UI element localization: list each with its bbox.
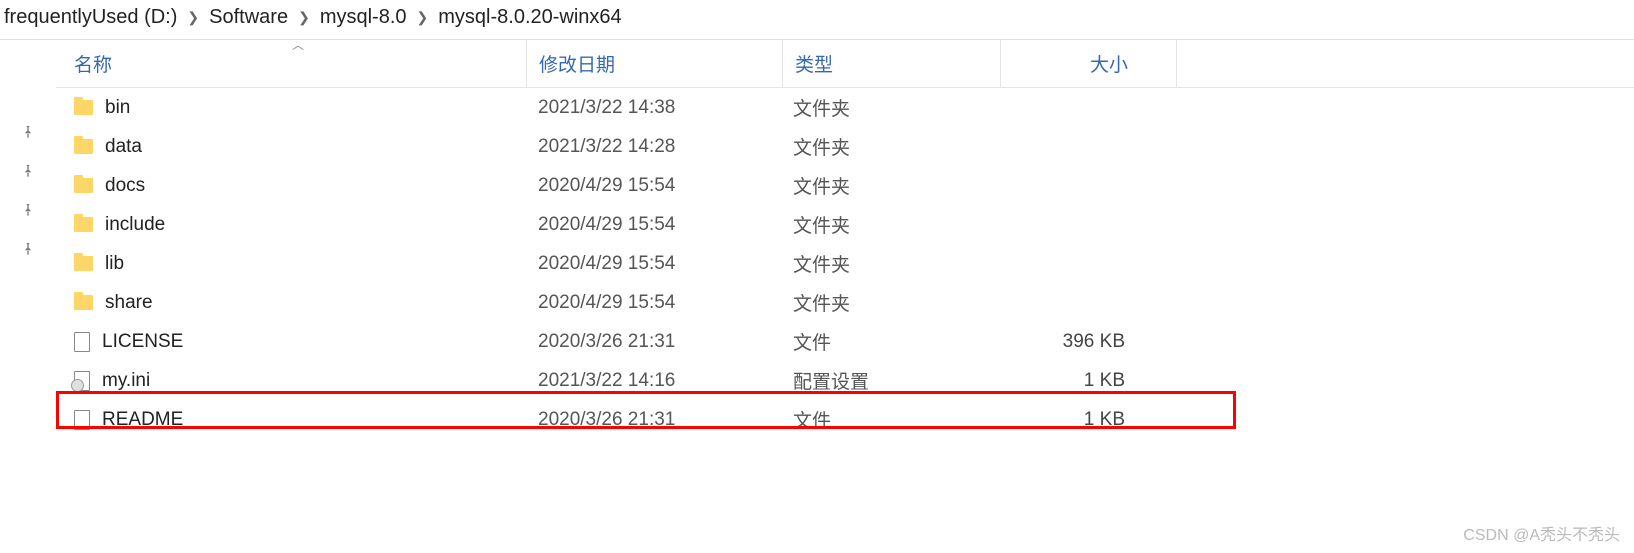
file-type: 文件夹 xyxy=(781,94,998,121)
file-row[interactable]: my.ini 2021/3/22 14:16配置设置1 KB xyxy=(56,361,1634,400)
file-name: docs xyxy=(105,175,145,197)
file-row[interactable]: data 2021/3/22 14:28文件夹 xyxy=(56,127,1634,166)
file-date: 2020/4/29 15:54 xyxy=(526,175,781,197)
file-name: bin xyxy=(105,97,130,119)
file-type: 配置设置 xyxy=(781,367,998,394)
pin-icon[interactable] xyxy=(0,112,56,151)
pin-icon[interactable] xyxy=(0,229,56,268)
pin-gutter xyxy=(0,40,56,463)
file-size: 1 KB xyxy=(998,409,1173,431)
file-name: my.ini xyxy=(102,370,150,392)
pin-icon[interactable] xyxy=(0,190,56,229)
chevron-right-icon: ❯ xyxy=(417,9,429,26)
file-date: 2020/4/29 15:54 xyxy=(526,292,781,314)
file-name: README xyxy=(102,409,183,431)
breadcrumb-item[interactable]: frequentlyUsed (D:) xyxy=(4,6,177,29)
breadcrumb[interactable]: frequentlyUsed (D:) ❯ Software ❯ mysql-8… xyxy=(0,0,1634,40)
file-name: share xyxy=(105,292,153,314)
file-row[interactable]: README 2020/3/26 21:31文件1 KB xyxy=(56,400,1634,439)
file-name: data xyxy=(105,136,142,158)
file-icon xyxy=(74,332,90,352)
column-header-date[interactable]: 修改日期 xyxy=(527,50,782,77)
folder-icon xyxy=(74,256,93,271)
file-date: 2021/3/22 14:28 xyxy=(526,136,781,158)
file-name: include xyxy=(105,214,165,236)
file-type: 文件夹 xyxy=(781,250,998,277)
breadcrumb-item[interactable]: mysql-8.0 xyxy=(320,6,407,29)
pin-icon[interactable] xyxy=(0,411,62,475)
sort-ascending-icon[interactable]: ︿ xyxy=(292,36,304,53)
file-row[interactable]: docs 2020/4/29 15:54文件夹 xyxy=(56,166,1634,205)
folder-icon xyxy=(74,178,93,193)
column-header-name[interactable]: 名称 xyxy=(56,50,526,77)
chevron-right-icon: ❯ xyxy=(298,9,310,26)
breadcrumb-item[interactable]: Software xyxy=(209,6,288,29)
pin-icon[interactable] xyxy=(0,151,56,190)
file-type: 文件夹 xyxy=(781,133,998,160)
chevron-right-icon: ❯ xyxy=(187,9,199,26)
breadcrumb-item[interactable]: mysql-8.0.20-winx64 xyxy=(438,6,621,29)
column-headers: ︿ 名称 修改日期 类型 大小 xyxy=(56,40,1634,88)
file-size: 1 KB xyxy=(998,370,1173,392)
column-header-size[interactable]: 大小 xyxy=(1001,50,1176,77)
file-date: 2020/4/29 15:54 xyxy=(526,253,781,275)
file-row[interactable]: share 2020/4/29 15:54文件夹 xyxy=(56,283,1634,322)
column-header-type[interactable]: 类型 xyxy=(783,50,1000,77)
file-date: 2021/3/22 14:16 xyxy=(526,370,781,392)
watermark: CSDN @A秃头不秃头 xyxy=(1463,521,1620,545)
file-type: 文件 xyxy=(781,406,998,433)
folder-icon xyxy=(74,295,93,310)
folder-icon xyxy=(74,217,93,232)
file-list: ︿ 名称 修改日期 类型 大小 bin2021/3/22 14:38文件夹dat… xyxy=(56,40,1634,463)
folder-icon xyxy=(74,139,93,154)
file-name: LICENSE xyxy=(102,331,183,353)
file-type: 文件夹 xyxy=(781,211,998,238)
file-date: 2020/3/26 21:31 xyxy=(526,331,781,353)
folder-icon xyxy=(74,100,93,115)
file-row[interactable]: LICENSE 2020/3/26 21:31文件396 KB xyxy=(56,322,1634,361)
file-row[interactable]: bin 2021/3/22 14:38文件夹 xyxy=(56,88,1634,127)
file-row[interactable]: lib 2020/4/29 15:54文件夹 xyxy=(56,244,1634,283)
file-date: 2021/3/22 14:38 xyxy=(526,97,781,119)
file-date: 2020/3/26 21:31 xyxy=(526,409,781,431)
file-name: lib xyxy=(105,253,124,275)
file-type: 文件 xyxy=(781,328,998,355)
file-size: 396 KB xyxy=(998,331,1173,353)
ini-file-icon xyxy=(74,371,90,391)
file-type: 文件夹 xyxy=(781,172,998,199)
file-row[interactable]: include 2020/4/29 15:54文件夹 xyxy=(56,205,1634,244)
file-icon xyxy=(74,410,90,430)
file-type: 文件夹 xyxy=(781,289,998,316)
file-date: 2020/4/29 15:54 xyxy=(526,214,781,236)
